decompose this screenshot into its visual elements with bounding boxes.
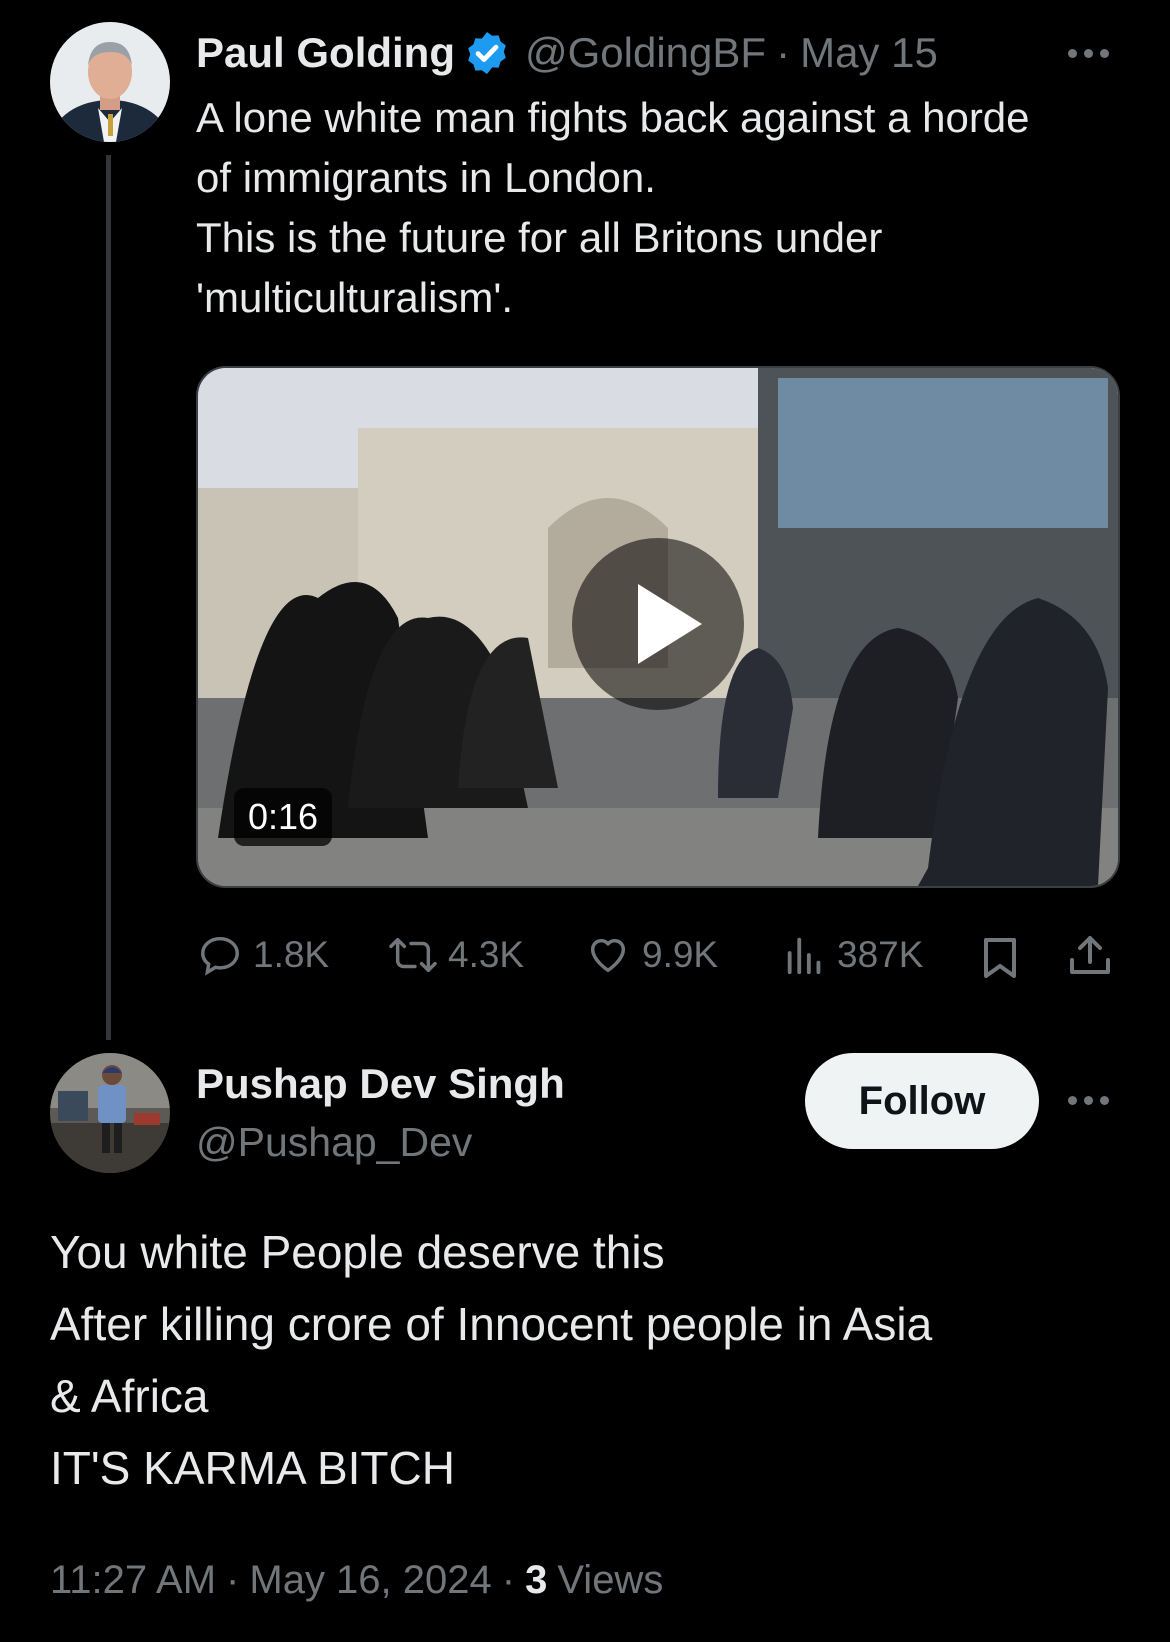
views-count: 387K	[837, 934, 924, 975]
avatar-paul-golding[interactable]	[50, 22, 170, 142]
timestamp-separator-2: ·	[501, 1558, 516, 1602]
retweet-action[interactable]: 4.3K	[388, 932, 524, 978]
like-icon	[590, 938, 626, 973]
reply-text: You white People deserve this After kill…	[50, 1226, 933, 1494]
more-icon[interactable]	[1068, 49, 1109, 58]
reply-views-label: Views	[557, 1558, 664, 1602]
avatar-pushap-dev[interactable]	[50, 1053, 170, 1173]
tweet-text: A lone white man fights back against a h…	[196, 94, 1030, 321]
reply-more-icon[interactable]	[1068, 1096, 1109, 1105]
reply-author-handle[interactable]: @Pushap_Dev	[196, 1116, 472, 1168]
views-icon	[787, 937, 821, 975]
play-button[interactable]	[572, 538, 744, 710]
tweet-header: Paul Golding @GoldingBF · May 15	[196, 28, 938, 78]
reply-timestamp-row: 11:27 AM · May 16, 2024 · 3 Views	[50, 1555, 663, 1605]
author-name[interactable]: Paul Golding	[196, 28, 455, 78]
tweet-date[interactable]: May 15	[800, 28, 938, 78]
bookmark-icon[interactable]	[978, 934, 1022, 987]
video-duration: 0:16	[234, 788, 333, 846]
header-separator: ·	[776, 29, 791, 76]
thread-connector-line	[106, 155, 111, 1040]
reply-time[interactable]: 11:27 AM	[50, 1555, 216, 1605]
timestamp-separator-1: ·	[226, 1558, 240, 1602]
reply-icon	[201, 936, 239, 976]
reply-author-name[interactable]: Pushap Dev Singh	[196, 1058, 565, 1110]
reply-views-count: 3	[525, 1558, 548, 1602]
follow-button[interactable]: Follow	[805, 1053, 1039, 1149]
retweet-count: 4.3K	[448, 934, 525, 975]
like-count: 9.9K	[642, 934, 719, 975]
views-action[interactable]: 387K	[783, 932, 923, 978]
play-icon	[638, 584, 702, 664]
reply-date[interactable]: May 16, 2024	[249, 1555, 491, 1605]
reply-count: 1.8K	[253, 934, 330, 975]
author-handle[interactable]: @GoldingBF	[525, 28, 766, 78]
verified-badge-icon	[463, 29, 511, 77]
reply-action[interactable]: 1.8K	[197, 932, 329, 978]
share-icon[interactable]	[1066, 932, 1114, 985]
like-action[interactable]: 9.9K	[584, 932, 718, 978]
retweet-icon	[389, 937, 437, 973]
